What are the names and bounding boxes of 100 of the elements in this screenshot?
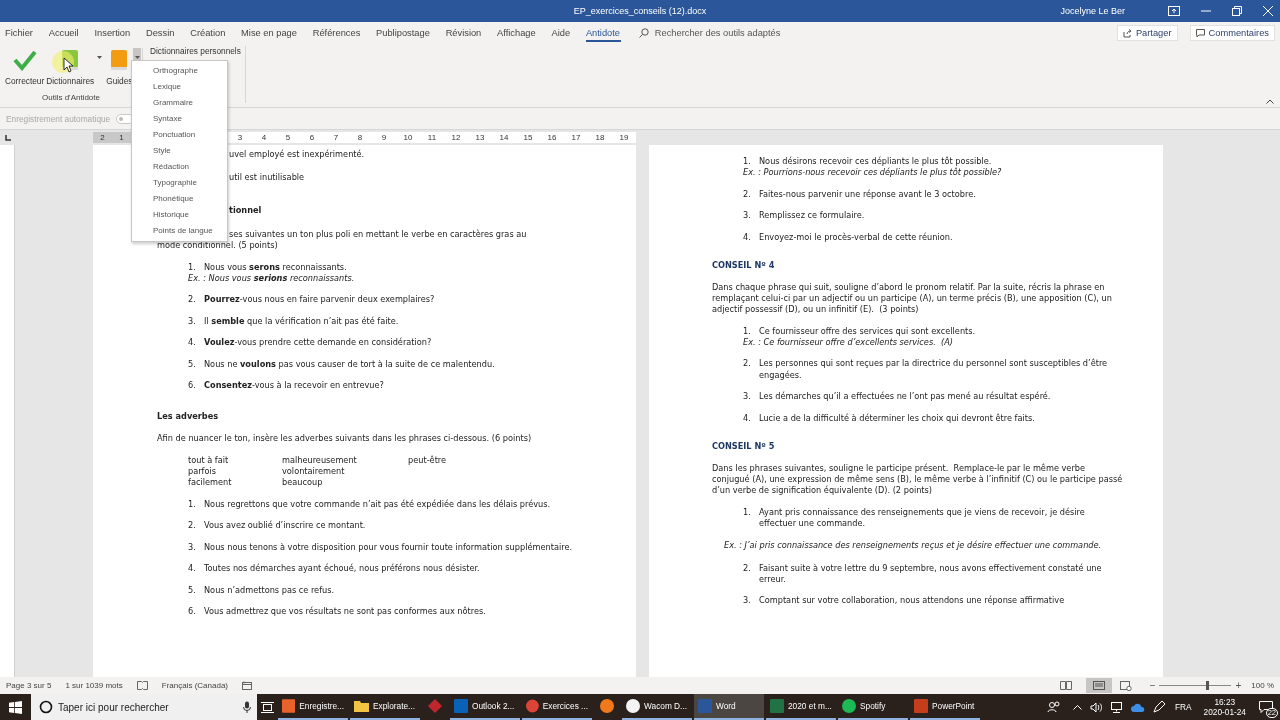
read-mode-icon[interactable] xyxy=(1059,681,1072,690)
list-number: 4. xyxy=(188,337,197,349)
list-item-text: Toutes nos démarches ayant échoué, nous préférons nous désister. xyxy=(204,563,481,575)
autosave-label: Enregistrement automatique xyxy=(6,113,111,124)
share-button[interactable]: Partager xyxy=(1116,25,1178,41)
proofing-icon[interactable] xyxy=(136,681,148,690)
instruction-text: mode conditionnel. (5 points) xyxy=(157,239,279,251)
search-field[interactable]: Taper ici pour rechercher xyxy=(31,694,257,720)
window-title: EP_exercices_conseils (12).docx xyxy=(573,6,707,16)
clock[interactable]: 16:23 2020-01-24 xyxy=(1203,697,1246,717)
list-number: 5. xyxy=(188,584,197,597)
chevron-up-icon[interactable] xyxy=(1072,704,1082,710)
language-label[interactable]: Français (Canada) xyxy=(161,681,228,690)
menu-item[interactable]: Phonétique xyxy=(132,191,227,207)
ruler-segment[interactable]: 2 1 xyxy=(93,132,131,143)
group-label: Outils d'Antidote xyxy=(42,93,100,103)
taskbar-app[interactable]: Exercices ... xyxy=(522,694,592,720)
comments-button[interactable]: Commentaires xyxy=(1189,25,1275,41)
ribbon-tab[interactable]: Références xyxy=(307,22,372,44)
list-item-text: Vous avez oublié d’inscrire ce montant. xyxy=(204,520,367,532)
word-bank-entry: parfois xyxy=(188,466,217,478)
menu-item[interactable]: Historique xyxy=(132,207,227,223)
list-number: 3. xyxy=(743,595,752,607)
zoom-out-button[interactable]: − xyxy=(1149,680,1156,691)
print-layout-button[interactable] xyxy=(1085,678,1112,693)
word-bank-entry: malheureusement xyxy=(282,454,358,467)
taskbar-app[interactable]: Word xyxy=(694,694,764,720)
taskbar-app[interactable]: Explorate... xyxy=(350,694,420,720)
people-icon[interactable] xyxy=(1046,701,1061,713)
menu-item[interactable]: Rédaction xyxy=(132,159,227,175)
menu-item[interactable]: Orthographe xyxy=(132,63,227,79)
ribbon-tab[interactable]: Création xyxy=(185,22,237,44)
menu-item[interactable]: Points de langue xyxy=(132,223,227,239)
list-number: 4. xyxy=(743,231,752,243)
list-item-text: Comptant sur votre collaboration, nous attendons une réponse affirmative xyxy=(759,595,1066,607)
list-number: 6. xyxy=(188,606,197,618)
close-icon[interactable] xyxy=(1263,6,1273,16)
slider-thumb[interactable] xyxy=(1206,681,1209,690)
microphone-icon[interactable] xyxy=(243,701,251,713)
web-layout-icon[interactable] xyxy=(1119,680,1132,691)
menu-item[interactable]: Grammaire xyxy=(132,95,227,111)
list-number: 2. xyxy=(743,358,752,371)
ribbon-tab[interactable]: Aide xyxy=(546,22,581,44)
example-text: Ex. : Nous vous serions reconnaissants. xyxy=(188,272,356,284)
list-number: 2. xyxy=(188,294,197,306)
task-view-icon[interactable] xyxy=(261,701,274,713)
taskbar-app[interactable]: 2020 et m... xyxy=(766,694,836,720)
menu-item[interactable]: Lexique xyxy=(132,79,227,95)
speaker-icon[interactable] xyxy=(1089,701,1102,713)
list-item-text: Nous vous serons reconnaissants. xyxy=(204,261,348,273)
network-icon[interactable] xyxy=(1109,701,1123,713)
zoom-in-button[interactable]: + xyxy=(1235,680,1242,691)
instruction-text: Dans chaque phrase qui suit, souligne d’abord le pronom relatif. Par la suite, récris la phrase en remplaçant celui-ci par un adjectif ou un participe (A), un terme précis (B), une apposition (C), un adjectif possessif (D), ou un infinitif (E). (3 points) xyxy=(712,281,1113,316)
ribbon-tab[interactable]: Affichage xyxy=(492,22,547,44)
horizontal-ruler[interactable]: 3 4 5 6 7 8 9 10 11 12 13 14 15 16 17 18 19 xyxy=(228,132,636,143)
taskbar-app[interactable]: Spotify xyxy=(838,694,908,720)
taskbar-app[interactable]: Outlook 2... xyxy=(450,694,520,720)
ribbon-tab[interactable]: Révision xyxy=(440,22,493,44)
pen-icon[interactable] xyxy=(1152,701,1165,713)
word-bank-entry: beaucoup xyxy=(282,477,324,489)
ribbon-tab[interactable]: Accueil xyxy=(43,22,90,44)
ribbon-tab[interactable]: Mise en page xyxy=(236,22,308,44)
taskbar-app[interactable]: Enregistre... xyxy=(278,694,348,720)
list-item-text: Nous n’admettons pas ce refus. xyxy=(204,584,336,597)
ribbon-tab[interactable]: Insertion xyxy=(89,22,141,44)
macro-icon[interactable] xyxy=(242,681,252,690)
list-item-text: Nous nous tenons à votre disposition pour vous fournir toute information supplémentaire. xyxy=(204,541,574,554)
list-item-text: Nous ne voulons pas vous causer de tort à la suite de ce malentendu. xyxy=(204,358,496,370)
list-number: 1. xyxy=(188,498,197,511)
tab-stop-icon[interactable] xyxy=(4,134,12,142)
ribbon-tab[interactable]: Publipostage xyxy=(371,22,441,44)
section-heading: CONSEIL Nº 5 xyxy=(712,440,776,453)
windows-logo-icon xyxy=(9,700,22,714)
user-name: Jocelyne Le Ber xyxy=(1060,6,1125,16)
example-text: Ex. : J’ai pris connaissance des renseignements reçus et je désire effectuer une commande. xyxy=(723,539,1103,551)
ribbon-tab[interactable]: Antidote xyxy=(580,22,631,44)
body-text: util est inutilisable xyxy=(229,172,305,184)
chevron-icon[interactable] xyxy=(1266,99,1274,104)
menu-item[interactable]: Style xyxy=(132,143,227,159)
menu-item[interactable]: Typographie xyxy=(132,175,227,191)
search-field[interactable]: Rechercher des outils adaptés xyxy=(654,28,815,38)
cloud-icon[interactable] xyxy=(1130,702,1145,712)
input-language[interactable]: FRA xyxy=(1174,702,1192,712)
menu-item[interactable]: Ponctuation xyxy=(132,127,227,143)
list-number: 3. xyxy=(743,210,752,222)
list-item-text: Pourrez-vous nous en faire parvenir deux exemplaires? xyxy=(204,294,436,306)
taskbar-app[interactable]: Wacom D... xyxy=(622,694,692,720)
menu-item[interactable]: Syntaxe xyxy=(132,111,227,127)
ribbon-button[interactable]: Correcteur xyxy=(4,48,46,87)
share-icon xyxy=(1122,28,1132,38)
zoom-level[interactable]: 100 % xyxy=(1251,681,1274,690)
section-heading: tionnel xyxy=(229,205,262,217)
page-count[interactable]: Page 3 sur 5 xyxy=(6,681,52,690)
ribbon-display-icon[interactable] xyxy=(1168,6,1180,16)
ribbon-tab[interactable]: Fichier xyxy=(0,22,44,44)
word-count[interactable]: 1 sur 1039 mots xyxy=(65,681,123,690)
taskbar-app[interactable]: PowerPoint xyxy=(910,694,980,720)
restore-icon[interactable] xyxy=(1232,6,1242,16)
personal-dictionaries-button[interactable]: Dictionnaires personnels xyxy=(150,46,241,56)
ribbon-tab[interactable]: Dessin xyxy=(140,22,186,44)
